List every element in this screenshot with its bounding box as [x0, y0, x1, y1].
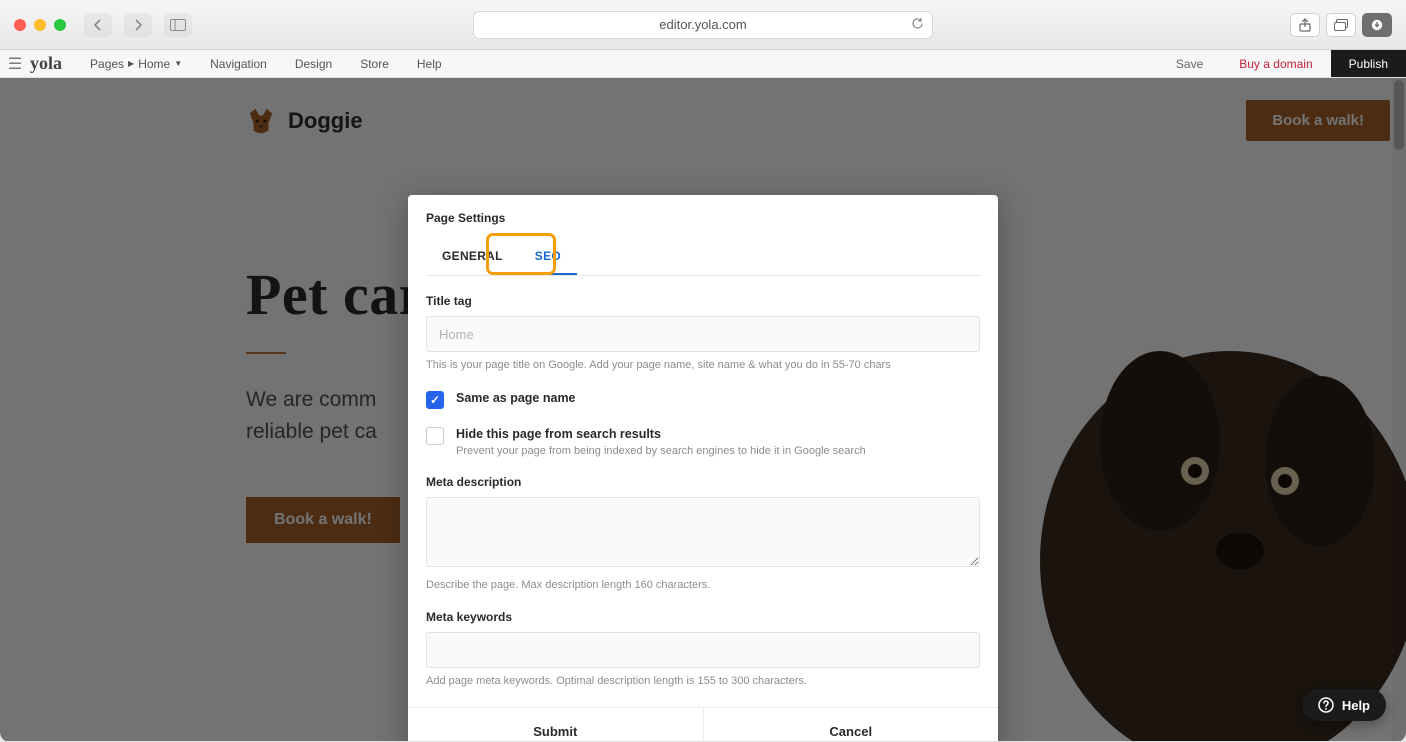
tab-general[interactable]: GENERAL: [426, 239, 519, 275]
address-bar[interactable]: editor.yola.com: [473, 11, 933, 39]
help-widget[interactable]: Help: [1302, 689, 1386, 721]
editor-topbar: ☰ yola Pages▶Home▼ Navigation Design Sto…: [0, 50, 1406, 78]
forward-button[interactable]: [124, 13, 152, 37]
title-tag-hint: This is your page title on Google. Add y…: [426, 358, 980, 373]
help-label: Help: [1342, 698, 1370, 713]
save-button[interactable]: Save: [1158, 50, 1221, 77]
window-controls: [14, 19, 66, 31]
menu-navigation[interactable]: Navigation: [210, 57, 267, 71]
title-tag-label: Title tag: [426, 294, 980, 308]
maximize-window-icon[interactable]: [54, 19, 66, 31]
menu-design[interactable]: Design: [295, 57, 332, 71]
sidebar-toggle-icon[interactable]: [164, 13, 192, 37]
menu-help[interactable]: Help: [417, 57, 442, 71]
same-as-page-name-label: Same as page name: [456, 391, 576, 405]
editor-canvas: Doggie Book a walk! Pet care We are comm…: [0, 78, 1406, 742]
page-settings-modal: Page Settings GENERAL SEO Title tag This…: [408, 195, 998, 742]
modal-title: Page Settings: [426, 211, 980, 225]
cancel-button[interactable]: Cancel: [703, 708, 999, 742]
meta-description-input[interactable]: [426, 497, 980, 567]
meta-keywords-label: Meta keywords: [426, 610, 980, 624]
meta-keywords-input[interactable]: [426, 632, 980, 668]
same-as-page-name-checkbox[interactable]: [426, 391, 444, 409]
meta-description-hint: Describe the page. Max description lengt…: [426, 578, 980, 593]
yola-logo[interactable]: yola: [30, 53, 62, 74]
safari-toolbar: editor.yola.com: [0, 0, 1406, 50]
hamburger-icon[interactable]: ☰: [0, 54, 30, 74]
menu-pages[interactable]: Pages▶Home▼: [90, 57, 182, 71]
chevron-right-icon: ▶: [128, 59, 134, 68]
tab-seo[interactable]: SEO: [519, 239, 577, 275]
share-icon[interactable]: [1290, 13, 1320, 37]
chevron-down-icon: ▼: [174, 59, 182, 68]
downloads-icon[interactable]: [1362, 13, 1392, 37]
refresh-icon[interactable]: [911, 17, 924, 33]
minimize-window-icon[interactable]: [34, 19, 46, 31]
meta-keywords-hint: Add page meta keywords. Optimal descript…: [426, 674, 980, 689]
menu-store[interactable]: Store: [360, 57, 389, 71]
buy-domain-button[interactable]: Buy a domain: [1221, 50, 1330, 77]
back-button[interactable]: [84, 13, 112, 37]
hide-from-search-checkbox[interactable]: [426, 427, 444, 445]
help-icon: [1318, 697, 1334, 713]
url-text: editor.yola.com: [659, 17, 746, 32]
hide-from-search-label: Hide this page from search results: [456, 427, 866, 441]
title-tag-input[interactable]: [426, 316, 980, 352]
publish-button[interactable]: Publish: [1331, 50, 1406, 77]
meta-description-label: Meta description: [426, 475, 980, 489]
close-window-icon[interactable]: [14, 19, 26, 31]
tabs-icon[interactable]: [1326, 13, 1356, 37]
submit-button[interactable]: Submit: [408, 708, 703, 742]
hide-from-search-sub: Prevent your page from being indexed by …: [456, 445, 866, 457]
